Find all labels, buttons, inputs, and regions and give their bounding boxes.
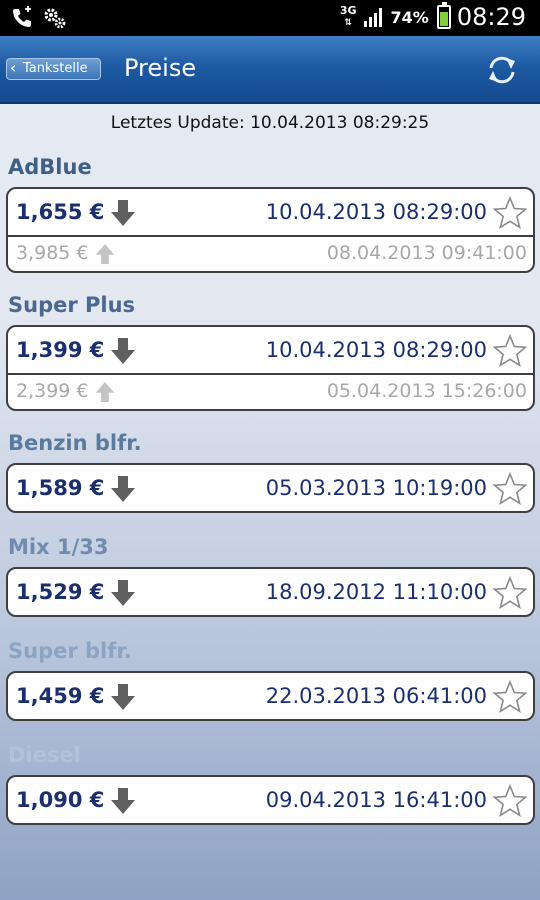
current-price-date: 10.04.2013 08:29:00 <box>265 200 487 224</box>
price-card[interactable]: 1,459 € 22.03.2013 06:41:00 <box>6 671 535 721</box>
last-update-text: Letztes Update: 10.04.2013 08:29:25 <box>110 113 430 133</box>
current-price: 1,589 € <box>16 476 105 500</box>
app-bar: ‹ Tankstelle Preise <box>0 36 540 104</box>
star-icon[interactable] <box>493 472 527 506</box>
fuel-section: Diesel 1,090 € 09.04.2013 16:41:00 <box>6 739 535 825</box>
fuel-section: AdBlue 1,655 € 10.04.2013 08:29:00 3,985 € 0… <box>6 151 535 273</box>
fuel-name: Mix 1/33 <box>8 535 109 559</box>
previous-price: 3,985 € <box>16 242 89 264</box>
current-price-row[interactable]: 1,529 € 18.09.2012 11:10:00 <box>8 569 533 615</box>
fuel-name: Super blfr. <box>8 639 132 663</box>
price-card[interactable]: 1,529 € 18.09.2012 11:10:00 <box>6 567 535 617</box>
price-card[interactable]: 1,399 € 10.04.2013 08:29:00 2,399 € 05.04.2… <box>6 325 535 411</box>
signal-icon <box>363 8 382 27</box>
refresh-icon[interactable] <box>484 52 520 88</box>
arrow-down-icon <box>111 338 136 364</box>
current-price-date: 22.03.2013 06:41:00 <box>265 684 487 708</box>
star-icon[interactable] <box>493 196 527 230</box>
network-indicator: 3G ⇅ <box>339 4 357 28</box>
fuel-name: Diesel <box>8 743 81 767</box>
back-button-label: Tankstelle <box>23 61 88 76</box>
phone-icon <box>13 6 31 27</box>
previous-price-row: 2,399 € 05.04.2013 15:26:00 <box>8 373 533 409</box>
page-title: Preise <box>124 54 197 82</box>
current-price-row[interactable]: 1,655 € 10.04.2013 08:29:00 <box>8 189 533 235</box>
current-price: 1,529 € <box>16 580 105 604</box>
current-price: 1,090 € <box>16 788 105 812</box>
previous-price-row: 3,985 € 08.04.2013 09:41:00 <box>8 235 533 271</box>
current-price-row[interactable]: 1,399 € 10.04.2013 08:29:00 <box>8 327 533 373</box>
current-price-date: 10.04.2013 08:29:00 <box>265 338 487 362</box>
previous-price-date: 08.04.2013 09:41:00 <box>326 242 527 264</box>
previous-price-date: 05.04.2013 15:26:00 <box>326 380 527 402</box>
current-price: 1,399 € <box>16 338 105 362</box>
fuel-name: AdBlue <box>8 155 92 179</box>
current-price: 1,655 € <box>16 200 105 224</box>
arrow-down-icon <box>111 200 136 226</box>
current-price-row[interactable]: 1,090 € 09.04.2013 16:41:00 <box>8 777 533 823</box>
arrow-down-icon <box>111 684 136 710</box>
back-button[interactable]: ‹ Tankstelle <box>6 58 101 80</box>
star-icon[interactable] <box>493 784 527 818</box>
arrow-up-icon <box>95 244 114 264</box>
current-price-row[interactable]: 1,459 € 22.03.2013 06:41:00 <box>8 673 533 719</box>
battery-percent: 74% <box>390 7 429 27</box>
current-price-date: 05.03.2013 10:19:00 <box>265 476 487 500</box>
fuel-section: Mix 1/33 1,529 € 18.09.2012 11:10:00 <box>6 531 535 617</box>
previous-price: 2,399 € <box>16 380 89 402</box>
star-icon[interactable] <box>493 680 527 714</box>
current-price-date: 18.09.2012 11:10:00 <box>265 580 487 604</box>
arrow-down-icon <box>111 580 136 606</box>
fuel-name: Super Plus <box>8 293 136 317</box>
price-card[interactable]: 1,589 € 05.03.2013 10:19:00 <box>6 463 535 513</box>
status-bar: 3G ⇅ 74% 08:29 <box>0 0 540 36</box>
fuel-name: Benzin blfr. <box>8 431 142 455</box>
battery-icon <box>436 2 451 29</box>
current-price-date: 09.04.2013 16:41:00 <box>265 788 487 812</box>
current-price: 1,459 € <box>16 684 105 708</box>
chevron-left-icon: ‹ <box>10 58 17 77</box>
arrow-down-icon <box>111 476 136 502</box>
price-card[interactable]: 1,655 € 10.04.2013 08:29:00 3,985 € 08.04.2… <box>6 187 535 273</box>
fuel-section: Super Plus 1,399 € 10.04.2013 08:29:00 2,39… <box>6 289 535 411</box>
fuel-section: Super blfr. 1,459 € 22.03.2013 06:41:00 <box>6 635 535 721</box>
fuel-section: Benzin blfr. 1,589 € 05.03.2013 10:19:00 <box>6 427 535 513</box>
clock: 08:29 <box>456 3 526 31</box>
star-icon[interactable] <box>493 334 527 368</box>
settings-icon <box>44 8 66 29</box>
star-icon[interactable] <box>493 576 527 610</box>
arrow-up-icon <box>95 382 114 402</box>
arrow-down-icon <box>111 788 136 814</box>
price-card[interactable]: 1,090 € 09.04.2013 16:41:00 <box>6 775 535 825</box>
current-price-row[interactable]: 1,589 € 05.03.2013 10:19:00 <box>8 465 533 511</box>
